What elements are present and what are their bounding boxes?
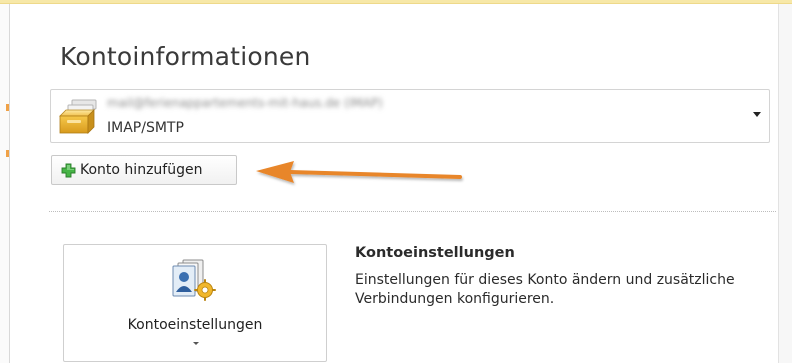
right-scroll-rail[interactable] bbox=[778, 4, 792, 363]
left-navigation-rail bbox=[0, 4, 10, 363]
section-divider bbox=[49, 211, 776, 212]
account-type-label: IMAP/SMTP bbox=[107, 120, 184, 136]
account-settings-button-label: Kontoeinstellungen bbox=[127, 317, 263, 333]
account-settings-icon bbox=[171, 258, 217, 302]
add-account-label: Konto hinzufügen bbox=[80, 162, 203, 178]
chevron-down-icon[interactable] bbox=[753, 112, 761, 117]
add-account-button[interactable]: Konto hinzufügen bbox=[51, 155, 237, 185]
top-accent-bar bbox=[0, 0, 792, 4]
account-email: mail@ferienappartements-mit-haus.de (IMA… bbox=[107, 96, 383, 110]
page-title: Kontoinformationen bbox=[60, 42, 311, 71]
orange-arrow-annotation bbox=[256, 161, 462, 183]
rail-marker bbox=[6, 104, 9, 111]
account-settings-heading: Kontoeinstellungen bbox=[355, 245, 515, 261]
mailbox-stack-icon bbox=[58, 98, 98, 136]
rail-marker bbox=[6, 150, 9, 157]
account-info-page: Kontoinformationen mail@ferienappartemen… bbox=[0, 0, 792, 363]
chevron-down-icon bbox=[193, 342, 199, 345]
account-select-dropdown[interactable]: mail@ferienappartements-mit-haus.de (IMA… bbox=[50, 89, 770, 143]
green-plus-icon bbox=[61, 163, 76, 178]
account-settings-description: Einstellungen für dieses Konto ändern un… bbox=[355, 272, 735, 307]
account-settings-button[interactable]: Kontoeinstellungen bbox=[63, 244, 327, 362]
